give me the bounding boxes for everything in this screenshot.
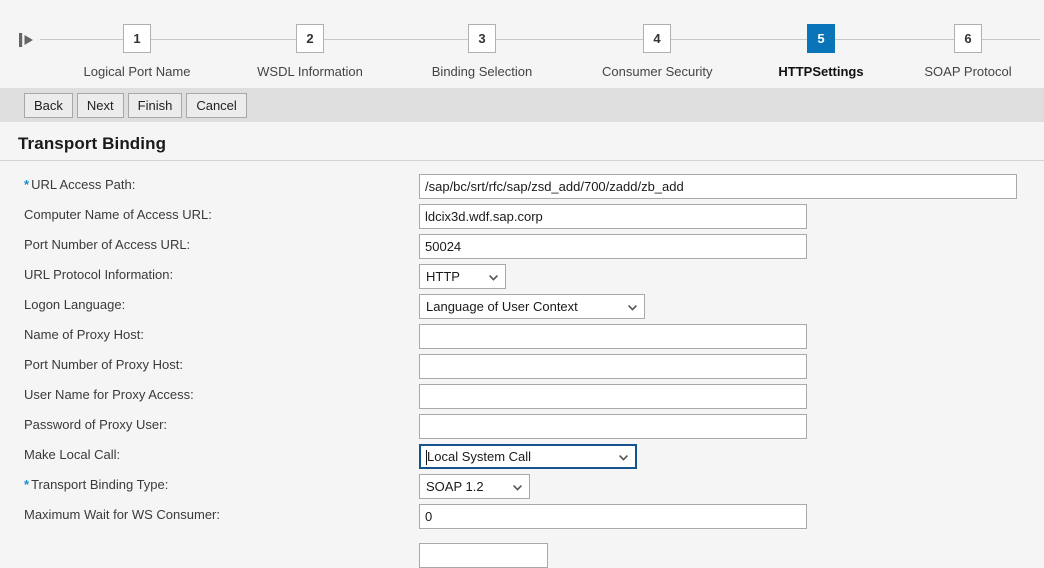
- proxy-host-port-input[interactable]: [419, 354, 807, 379]
- label-logon-language: Logon Language:: [24, 297, 125, 312]
- url-protocol-value: HTTP: [426, 269, 460, 284]
- section-header: Transport Binding: [0, 122, 1044, 161]
- field-proxy-user-name: [419, 384, 807, 409]
- roadmap-step-1-label: Logical Port Name: [82, 64, 192, 79]
- next-button[interactable]: Next: [77, 93, 124, 118]
- form-row-proxy-host-port: Port Number of Proxy Host:: [0, 354, 1044, 384]
- make-local-call-value: Local System Call: [427, 449, 531, 464]
- label-proxy-host-port: Port Number of Proxy Host:: [24, 357, 183, 372]
- max-wait-input[interactable]: [419, 504, 807, 529]
- next-field-partial[interactable]: [419, 543, 548, 568]
- label-url-protocol: URL Protocol Information:: [24, 267, 173, 282]
- roadmap-step-6-label: SOAP Protocol: [913, 64, 1023, 79]
- logon-language-select[interactable]: Language of User Context: [419, 294, 645, 319]
- proxy-password-input[interactable]: [419, 414, 807, 439]
- wizard-toolbar: Back Next Finish Cancel: [0, 88, 1044, 122]
- field-logon-language: Language of User Context: [419, 294, 645, 319]
- label-proxy-host-name: Name of Proxy Host:: [24, 327, 144, 342]
- url-access-path-input[interactable]: [419, 174, 1017, 199]
- proxy-user-name-input[interactable]: [419, 384, 807, 409]
- back-button[interactable]: Back: [24, 93, 73, 118]
- field-port-number-access: [419, 234, 807, 259]
- form-row-proxy-host-name: Name of Proxy Host:: [0, 324, 1044, 354]
- form-row-logon-language: Logon Language: Language of User Context: [0, 294, 1044, 324]
- roadmap-step-2-number: 2: [296, 24, 324, 53]
- transport-binding-type-value: SOAP 1.2: [426, 479, 484, 494]
- form-row-proxy-user-name: User Name for Proxy Access:: [0, 384, 1044, 414]
- label-computer-name: Computer Name of Access URL:: [24, 207, 212, 222]
- form-row-computer-name: Computer Name of Access URL:: [0, 204, 1044, 234]
- label-make-local-call: Make Local Call:: [24, 447, 120, 462]
- label-proxy-user-name: User Name for Proxy Access:: [24, 387, 194, 402]
- field-proxy-host-name: [419, 324, 807, 349]
- field-transport-binding-type: SOAP 1.2: [419, 474, 530, 499]
- form-row-url-protocol: URL Protocol Information: HTTP: [0, 264, 1044, 294]
- field-url-access-path: [419, 174, 1017, 199]
- roadmap-step-2-label: WSDL Information: [255, 64, 365, 79]
- roadmap-step-4-number: 4: [643, 24, 671, 53]
- form-row-transport-binding-type: *Transport Binding Type: SOAP 1.2: [0, 474, 1044, 504]
- make-local-call-select[interactable]: Local System Call: [419, 444, 637, 469]
- field-url-protocol: HTTP: [419, 264, 506, 289]
- computer-name-input[interactable]: [419, 204, 807, 229]
- label-max-wait: Maximum Wait for WS Consumer:: [24, 507, 220, 522]
- roadmap-step-3[interactable]: 3 Binding Selection: [427, 24, 537, 79]
- finish-button[interactable]: Finish: [128, 93, 183, 118]
- section-divider: [0, 160, 1044, 161]
- proxy-host-name-input[interactable]: [419, 324, 807, 349]
- roadmap-step-3-number: 3: [468, 24, 496, 53]
- url-protocol-select[interactable]: HTTP: [419, 264, 506, 289]
- page-title: Transport Binding: [18, 134, 1044, 154]
- chevron-down-icon: [489, 275, 498, 281]
- roadmap-step-1-number: 1: [123, 24, 151, 53]
- cancel-button[interactable]: Cancel: [186, 93, 246, 118]
- roadmap-step-4-label: Consumer Security: [602, 64, 712, 79]
- field-proxy-password: [419, 414, 807, 439]
- text-cursor: [426, 450, 427, 465]
- roadmap-step-6[interactable]: 6 SOAP Protocol: [913, 24, 1023, 79]
- chevron-down-icon: [619, 455, 628, 461]
- label-port-number-access: Port Number of Access URL:: [24, 237, 190, 252]
- chevron-down-icon: [628, 305, 637, 311]
- roadmap-step-5-label: HTTPSettings: [766, 64, 876, 79]
- roadmap-step-5[interactable]: 5 HTTPSettings: [766, 24, 876, 79]
- field-computer-name: [419, 204, 807, 229]
- port-number-access-input[interactable]: [419, 234, 807, 259]
- field-make-local-call: Local System Call: [419, 444, 637, 469]
- required-asterisk-icon: *: [24, 477, 29, 492]
- transport-binding-type-select[interactable]: SOAP 1.2: [419, 474, 530, 499]
- roadmap-step-2[interactable]: 2 WSDL Information: [255, 24, 365, 79]
- roadmap-step-6-number: 6: [954, 24, 982, 53]
- form-row-make-local-call: Make Local Call: Local System Call: [0, 444, 1044, 474]
- roadmap-step-5-number: 5: [807, 24, 835, 53]
- form-row-port-number-access: Port Number of Access URL:: [0, 234, 1044, 264]
- roadmap-step-3-label: Binding Selection: [427, 64, 537, 79]
- label-url-access-path: *URL Access Path:: [24, 177, 135, 192]
- roadmap-start-icon[interactable]: [18, 31, 38, 49]
- form-row-max-wait: Maximum Wait for WS Consumer:: [0, 504, 1044, 534]
- label-transport-binding-type: *Transport Binding Type:: [24, 477, 168, 492]
- field-proxy-host-port: [419, 354, 807, 379]
- roadmap-step-1[interactable]: 1 Logical Port Name: [82, 24, 192, 79]
- chevron-down-icon: [513, 485, 522, 491]
- roadmap-wizard: 1 Logical Port Name 2 WSDL Information 3…: [0, 0, 1044, 88]
- transport-binding-form: *URL Access Path: Computer Name of Acces…: [0, 174, 1044, 534]
- form-row-proxy-password: Password of Proxy User:: [0, 414, 1044, 444]
- field-max-wait: [419, 504, 807, 529]
- logon-language-value: Language of User Context: [426, 299, 578, 314]
- required-asterisk-icon: *: [24, 177, 29, 192]
- form-row-url-access-path: *URL Access Path:: [0, 174, 1044, 204]
- label-proxy-password: Password of Proxy User:: [24, 417, 167, 432]
- roadmap-step-4[interactable]: 4 Consumer Security: [602, 24, 712, 79]
